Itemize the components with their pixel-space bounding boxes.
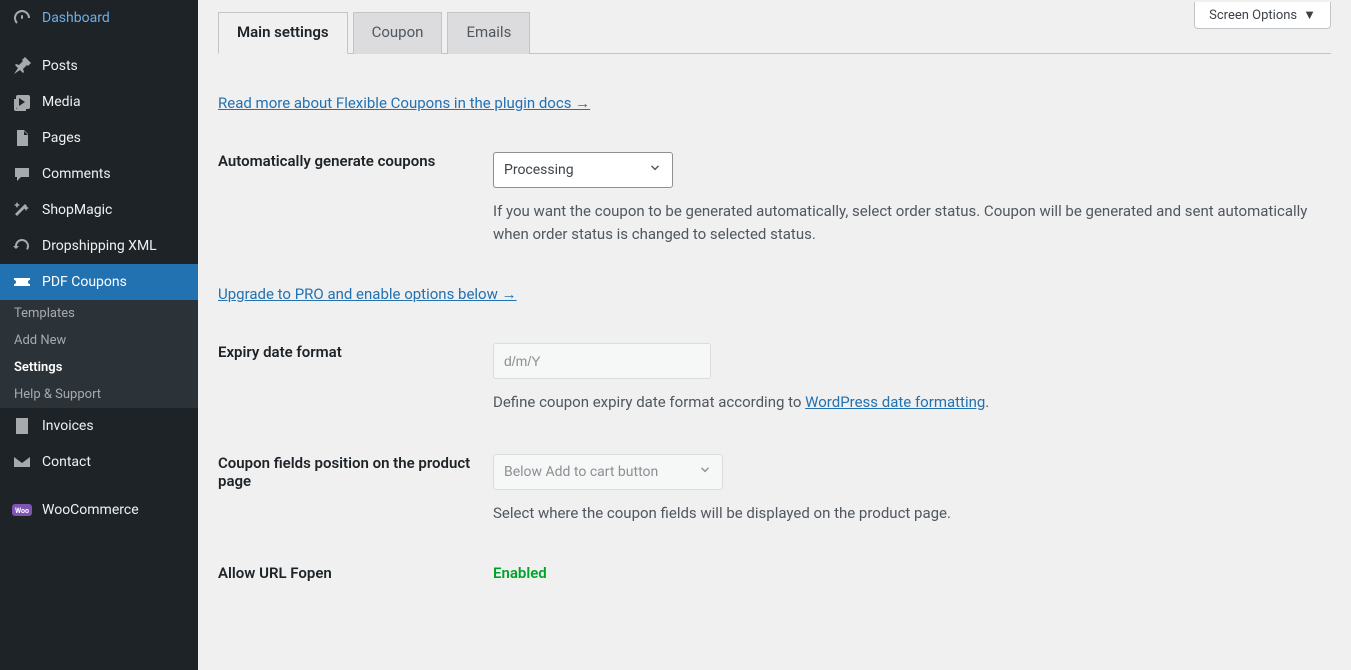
url-fopen-label: Allow URL Fopen <box>218 564 493 582</box>
expiry-format-input[interactable] <box>493 343 711 379</box>
coupon-position-desc: Select where the coupon fields will be d… <box>493 502 1331 525</box>
auto-generate-select[interactable]: Processing <box>493 152 673 188</box>
menu-pdfcoupons[interactable]: PDF Coupons <box>0 264 198 300</box>
woo-icon: Woo <box>12 500 32 520</box>
submenu-help[interactable]: Help & Support <box>0 381 198 408</box>
submenu-settings[interactable]: Settings <box>0 354 198 381</box>
ticket-icon <box>12 272 32 292</box>
select-value: Below Add to cart button <box>504 464 658 480</box>
submenu-pdfcoupons: Templates Add New Settings Help & Suppor… <box>0 300 198 408</box>
sync-icon <box>12 236 32 256</box>
menu-dashboard[interactable]: Dashboard <box>0 0 198 36</box>
upgrade-pro-link[interactable]: Upgrade to PRO and enable options below … <box>218 285 517 303</box>
menu-label: Dropshipping XML <box>42 238 157 254</box>
tab-main-settings[interactable]: Main settings <box>218 12 348 54</box>
invoice-icon <box>12 416 32 436</box>
settings-tabs: Main settings Coupon Emails <box>218 12 1331 54</box>
expiry-format-label: Expiry date format <box>218 343 493 361</box>
pin-icon <box>12 56 32 76</box>
chevron-down-icon <box>698 463 712 481</box>
tab-emails[interactable]: Emails <box>447 12 530 54</box>
wp-date-format-link[interactable]: WordPress date formatting <box>805 393 985 411</box>
menu-shopmagic[interactable]: ShopMagic <box>0 192 198 228</box>
main-content: Screen Options ▼ Main settings Coupon Em… <box>198 0 1351 670</box>
menu-contact[interactable]: Contact <box>0 444 198 480</box>
auto-generate-desc: If you want the coupon to be generated a… <box>493 200 1331 245</box>
chevron-down-icon <box>648 161 662 179</box>
menu-label: WooCommerce <box>42 502 139 518</box>
menu-label: Invoices <box>42 418 94 434</box>
menu-comments[interactable]: Comments <box>0 156 198 192</box>
menu-label: Dashboard <box>42 10 110 26</box>
url-fopen-value: Enabled <box>493 564 547 582</box>
menu-label: ShopMagic <box>42 202 112 218</box>
gauge-icon <box>12 8 32 28</box>
tab-coupon[interactable]: Coupon <box>353 12 443 54</box>
menu-woocommerce[interactable]: Woo WooCommerce <box>0 492 198 528</box>
wand-icon <box>12 200 32 220</box>
expiry-format-desc: Define coupon expiry date format accordi… <box>493 391 1331 414</box>
screen-options-toggle[interactable]: Screen Options ▼ <box>1194 2 1331 29</box>
menu-label: Contact <box>42 454 91 470</box>
menu-posts[interactable]: Posts <box>0 48 198 84</box>
menu-label: Pages <box>42 130 81 146</box>
menu-pages[interactable]: Pages <box>0 120 198 156</box>
comment-icon <box>12 164 32 184</box>
menu-label: PDF Coupons <box>42 274 127 290</box>
caret-down-icon: ▼ <box>1303 7 1316 23</box>
media-icon <box>12 92 32 112</box>
admin-sidebar: Dashboard Posts Media Pages Comments Sho… <box>0 0 198 670</box>
menu-invoices[interactable]: Invoices <box>0 408 198 444</box>
submenu-addnew[interactable]: Add New <box>0 327 198 354</box>
coupon-position-label: Coupon fields position on the product pa… <box>218 454 493 490</box>
menu-media[interactable]: Media <box>0 84 198 120</box>
svg-text:Woo: Woo <box>15 507 29 515</box>
screen-options-label: Screen Options <box>1209 8 1297 23</box>
menu-label: Comments <box>42 166 111 182</box>
page-icon <box>12 128 32 148</box>
menu-label: Posts <box>42 58 78 74</box>
coupon-position-select: Below Add to cart button <box>493 454 723 490</box>
submenu-templates[interactable]: Templates <box>0 300 198 327</box>
docs-link[interactable]: Read more about Flexible Coupons in the … <box>218 94 590 112</box>
select-value: Processing <box>504 162 574 178</box>
menu-label: Media <box>42 94 81 110</box>
auto-generate-label: Automatically generate coupons <box>218 152 493 170</box>
menu-dropshipping[interactable]: Dropshipping XML <box>0 228 198 264</box>
mail-icon <box>12 452 32 472</box>
